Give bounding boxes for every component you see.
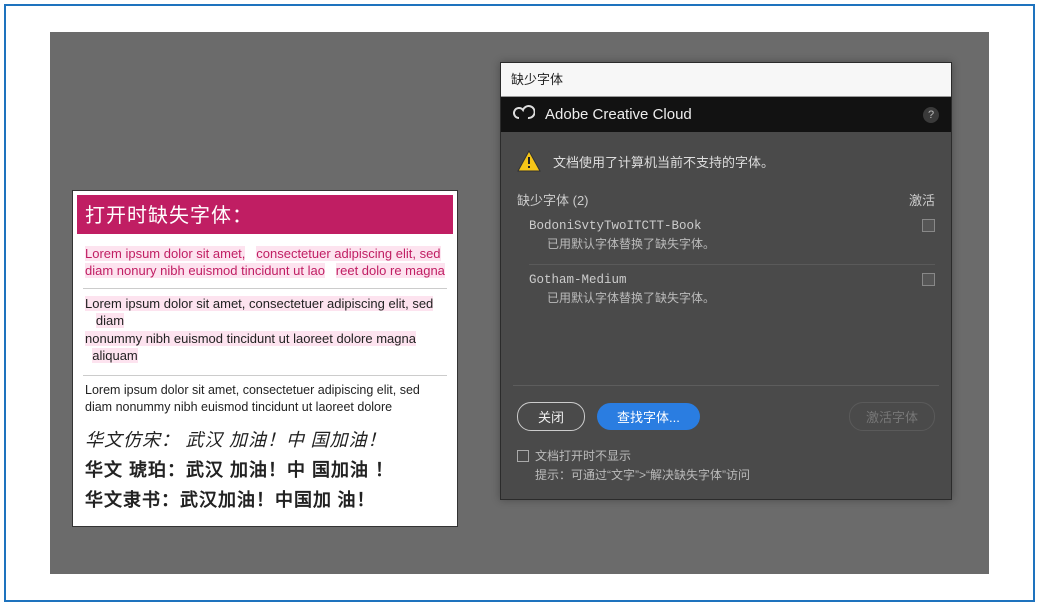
dialog-title: 缺少字体 <box>501 63 951 97</box>
footer-hint: 提示：可通过“文字”>“解决缺失字体”访问 <box>517 466 935 483</box>
activate-fonts-button: 激活字体 <box>849 402 935 431</box>
document-preview: 打开时缺失字体： Lorem ipsum dolor sit amet, con… <box>72 190 458 527</box>
activate-checkbox[interactable] <box>922 219 935 232</box>
warning-icon <box>517 150 541 172</box>
find-fonts-button[interactable]: 查找字体... <box>597 403 700 430</box>
alert-text: 文档使用了计算机当前不支持的字体。 <box>553 152 774 171</box>
creative-cloud-icon <box>513 105 535 124</box>
alert-row: 文档使用了计算机当前不支持的字体。 <box>501 132 951 184</box>
doc-cn-line-1: 华文仿宋： 武汉 加油！中 国加油！ <box>85 426 445 452</box>
font-list-header: 缺少字体 (2) 激活 <box>501 184 951 215</box>
missing-count-label: 缺少字体 (2) <box>517 190 589 209</box>
font-substitution-note: 已用默认字体替换了缺失字体。 <box>529 235 935 252</box>
activate-column-label: 激活 <box>909 190 935 209</box>
font-substitution-note: 已用默认字体替换了缺失字体。 <box>529 289 935 306</box>
font-name: Gotham-Medium <box>529 273 935 287</box>
doc-paragraph-2: Lorem ipsum dolor sit amet, consectetuer… <box>85 295 445 365</box>
activate-checkbox[interactable] <box>922 273 935 286</box>
doc-header: 打开时缺失字体： <box>77 195 453 234</box>
doc-paragraph-3: Lorem ipsum dolor sit amet, consectetuer… <box>85 382 445 416</box>
creative-cloud-bar: Adobe Creative Cloud ? <box>501 97 951 132</box>
font-item: Gotham-Medium 已用默认字体替换了缺失字体。 <box>501 269 951 316</box>
font-name: BodoniSvtyTwoITCTT-Book <box>529 219 935 233</box>
button-row: 关闭 查找字体... 激活字体 <box>501 386 951 441</box>
dont-show-checkbox[interactable] <box>517 450 529 462</box>
help-icon[interactable]: ? <box>923 107 939 123</box>
doc-cn-line-3: 华文隶书：武汉加油！中国加 油！ <box>85 486 445 512</box>
missing-fonts-dialog: 缺少字体 Adobe Creative Cloud ? 文档使用了计算机当前不支… <box>500 62 952 500</box>
close-button[interactable]: 关闭 <box>517 402 585 431</box>
creative-cloud-label: Adobe Creative Cloud <box>545 106 913 123</box>
dont-show-label: 文档打开时不显示 <box>535 447 631 464</box>
font-item: BodoniSvtyTwoITCTT-Book 已用默认字体替换了缺失字体。 <box>501 215 951 262</box>
doc-body: Lorem ipsum dolor sit amet, consectetuer… <box>77 234 453 522</box>
dialog-footer: 文档打开时不显示 提示：可通过“文字”>“解决缺失字体”访问 <box>501 441 951 499</box>
doc-cn-line-2: 华文 琥珀：武汉 加油！中 国加油 ！ <box>85 456 445 482</box>
doc-paragraph-1: Lorem ipsum dolor sit amet, consectetuer… <box>85 246 445 280</box>
